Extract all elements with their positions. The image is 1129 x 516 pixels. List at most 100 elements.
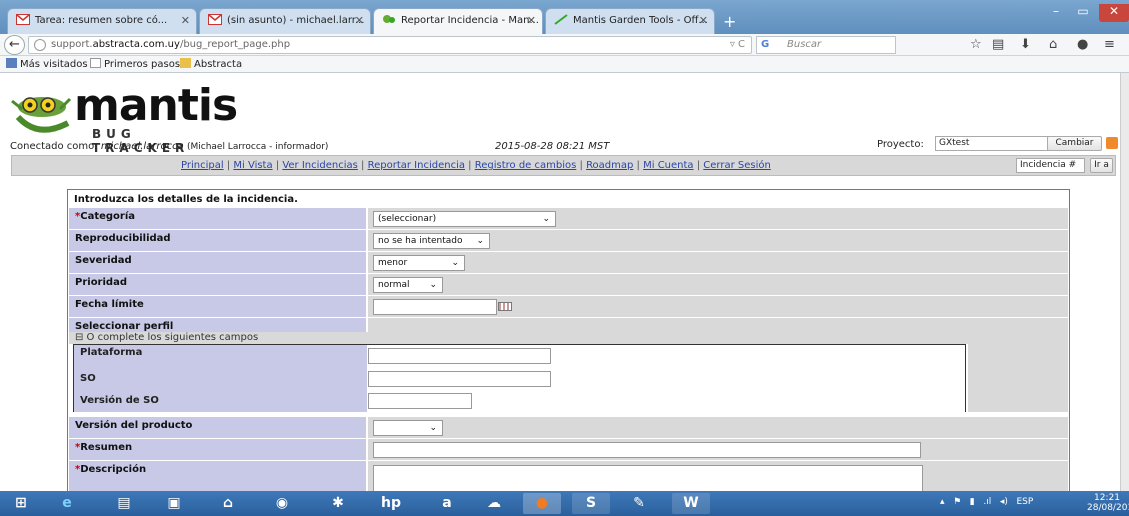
word-icon[interactable]: W	[672, 493, 710, 514]
download-icon[interactable]: ⬇	[1020, 37, 1031, 52]
reading-list-icon[interactable]: ▤	[992, 37, 1004, 52]
minimize-icon[interactable]: –	[1043, 4, 1069, 22]
vertical-scrollbar[interactable]	[1120, 73, 1129, 491]
reproducibility-label: Reproducibilidad	[69, 230, 366, 251]
weather-icon[interactable]: ☁	[475, 493, 513, 514]
summary-input[interactable]	[373, 442, 921, 458]
product-version-select[interactable]: ⌄	[373, 420, 443, 436]
form-title: Introduzca los detalles de la incidencia…	[74, 194, 298, 205]
chevron-down-icon: ⌄	[476, 236, 484, 246]
close-icon[interactable]: ✕	[699, 14, 708, 27]
webcam-icon[interactable]: ◉	[263, 493, 301, 514]
os-version-label: Versión de SO	[74, 389, 367, 412]
menu-links: Principal | Mi Vista | Ver Incidencias |…	[181, 160, 771, 171]
severity-label: Severidad	[69, 252, 366, 273]
skype-icon[interactable]: S	[572, 493, 610, 514]
up-arrow-icon[interactable]: ▴	[940, 497, 945, 507]
star-icon[interactable]: ☆	[970, 37, 982, 52]
file-explorer-icon[interactable]: ▤	[105, 493, 143, 514]
category-select[interactable]: (seleccionar) ⌄	[373, 211, 556, 227]
home-icon[interactable]: ⌂	[209, 493, 247, 514]
due-date-input[interactable]	[373, 299, 497, 315]
url-domain: abstracta.com.uy	[92, 39, 180, 50]
menu-icon[interactable]: ≡	[1104, 37, 1115, 52]
or-complete-toggle[interactable]: ⊟ O complete los siguientes campos	[69, 332, 1068, 344]
severity-select[interactable]: menor ⌄	[373, 255, 465, 271]
new-tab-button[interactable]: +	[723, 12, 736, 31]
tab-label: Mantis Garden Tools - Off...	[573, 15, 708, 26]
reload-icon[interactable]: ▿ C	[730, 37, 745, 53]
menu-cerrar-sesion[interactable]: Cerrar Sesión	[703, 160, 771, 171]
menu-registro-cambios[interactable]: Registro de cambios	[475, 160, 577, 171]
mantis-logo[interactable]: mantis BUG TRACKER	[8, 83, 238, 155]
priority-select[interactable]: normal ⌄	[373, 277, 443, 293]
close-icon[interactable]: ✕	[181, 14, 190, 27]
menu-roadmap[interactable]: Roadmap	[586, 160, 633, 171]
issue-number-input[interactable]: Incidencia #	[1016, 158, 1085, 173]
tab-reportar-incidencia[interactable]: Reportar Incidencia - Man... ✕	[373, 8, 543, 34]
clock[interactable]: 12:21 28/08/2015	[1087, 493, 1129, 513]
volume-icon[interactable]: ◂)	[1000, 497, 1008, 507]
paint-icon[interactable]: ✎	[620, 493, 658, 514]
os-input[interactable]	[368, 371, 551, 387]
language-indicator[interactable]: ESP	[1016, 497, 1033, 507]
photos-icon[interactable]: ✱	[319, 493, 357, 514]
menu-reportar-incidencia[interactable]: Reportar Incidencia	[368, 160, 465, 171]
bookmark-mas-visitados[interactable]: Más visitados	[6, 58, 88, 70]
product-version-label: Versión del producto	[69, 417, 366, 438]
navigation-bar: ← support.abstracta.com.uy/bug_report_pa…	[0, 34, 1129, 56]
menu-ver-incidencias[interactable]: Ver Incidencias	[282, 160, 358, 171]
current-datetime: 2015-08-28 08:21 MST	[495, 141, 610, 152]
clock-time: 12:21	[1094, 493, 1120, 503]
menu-mi-cuenta[interactable]: Mi Cuenta	[643, 160, 693, 171]
internet-explorer-icon[interactable]: e	[48, 493, 86, 514]
tab-gmail-sin-asunto[interactable]: (sin asunto) - michael.larr... ✕	[199, 8, 371, 34]
gmail-icon	[16, 14, 30, 25]
platform-row: Plataforma	[74, 345, 965, 367]
calendar-icon[interactable]	[498, 302, 512, 311]
flag-icon[interactable]: ⚑	[953, 497, 961, 507]
description-textarea[interactable]	[373, 465, 923, 491]
chat-icon[interactable]: ●	[1077, 37, 1088, 52]
menu-principal[interactable]: Principal	[181, 160, 224, 171]
page-content: mantis BUG TRACKER Conectado como: micha…	[0, 73, 1120, 491]
system-tray: ▴ ⚑ ▮ .ıl ◂) ESP	[940, 497, 1033, 507]
tab-label: (sin asunto) - michael.larr...	[227, 15, 365, 26]
os-version-input[interactable]	[368, 393, 472, 409]
due-date-label: Fecha límite	[69, 296, 366, 317]
windows-start-icon[interactable]: ⊞	[2, 493, 40, 514]
platform-input[interactable]	[368, 348, 551, 364]
store-icon[interactable]: ▣	[155, 493, 193, 514]
firefox-icon[interactable]: ●	[523, 493, 561, 514]
menu-mi-vista[interactable]: Mi Vista	[233, 160, 272, 171]
signal-icon[interactable]: .ıl	[983, 497, 991, 507]
close-icon[interactable]: ✕	[527, 14, 536, 27]
folder-icon	[180, 58, 191, 68]
search-bar[interactable]: G Buscar	[756, 36, 896, 54]
mantis-insect-icon	[11, 97, 72, 133]
network-icon[interactable]: ▮	[970, 497, 975, 507]
mantis-icon	[382, 14, 396, 25]
rss-icon[interactable]	[1106, 137, 1118, 149]
home-icon[interactable]: ⌂	[1049, 37, 1057, 52]
hp-icon[interactable]: hp	[372, 493, 410, 514]
amazon-icon[interactable]: a	[428, 493, 466, 514]
project-label: Proyecto:	[877, 139, 924, 150]
maximize-icon[interactable]: ▭	[1070, 4, 1096, 22]
back-button[interactable]: ←	[4, 35, 25, 55]
search-placeholder: Buscar	[787, 39, 822, 50]
os-row: SO	[74, 367, 965, 389]
tab-label: Tarea: resumen sobre có...	[35, 15, 168, 26]
url-bar[interactable]: support.abstracta.com.uy/bug_report_page…	[28, 36, 752, 54]
window-close-icon[interactable]: ✕	[1099, 4, 1129, 22]
bookmark-primeros-pasos[interactable]: Primeros pasos	[90, 58, 180, 70]
goto-issue-button[interactable]: Ir a	[1090, 158, 1113, 173]
reproducibility-select[interactable]: no se ha intentado ⌄	[373, 233, 490, 249]
close-icon[interactable]: ✕	[355, 14, 364, 27]
login-info: Conectado como: michael.larrocca (Michae…	[10, 141, 329, 152]
bookmark-abstracta[interactable]: Abstracta	[180, 58, 242, 70]
tab-mantis-garden[interactable]: Mantis Garden Tools - Off... ✕	[545, 8, 715, 34]
tab-gmail-tarea[interactable]: Tarea: resumen sobre có... ✕	[7, 8, 197, 34]
username: michael.larrocca	[100, 141, 184, 152]
change-project-button[interactable]: Cambiar	[1047, 136, 1102, 151]
